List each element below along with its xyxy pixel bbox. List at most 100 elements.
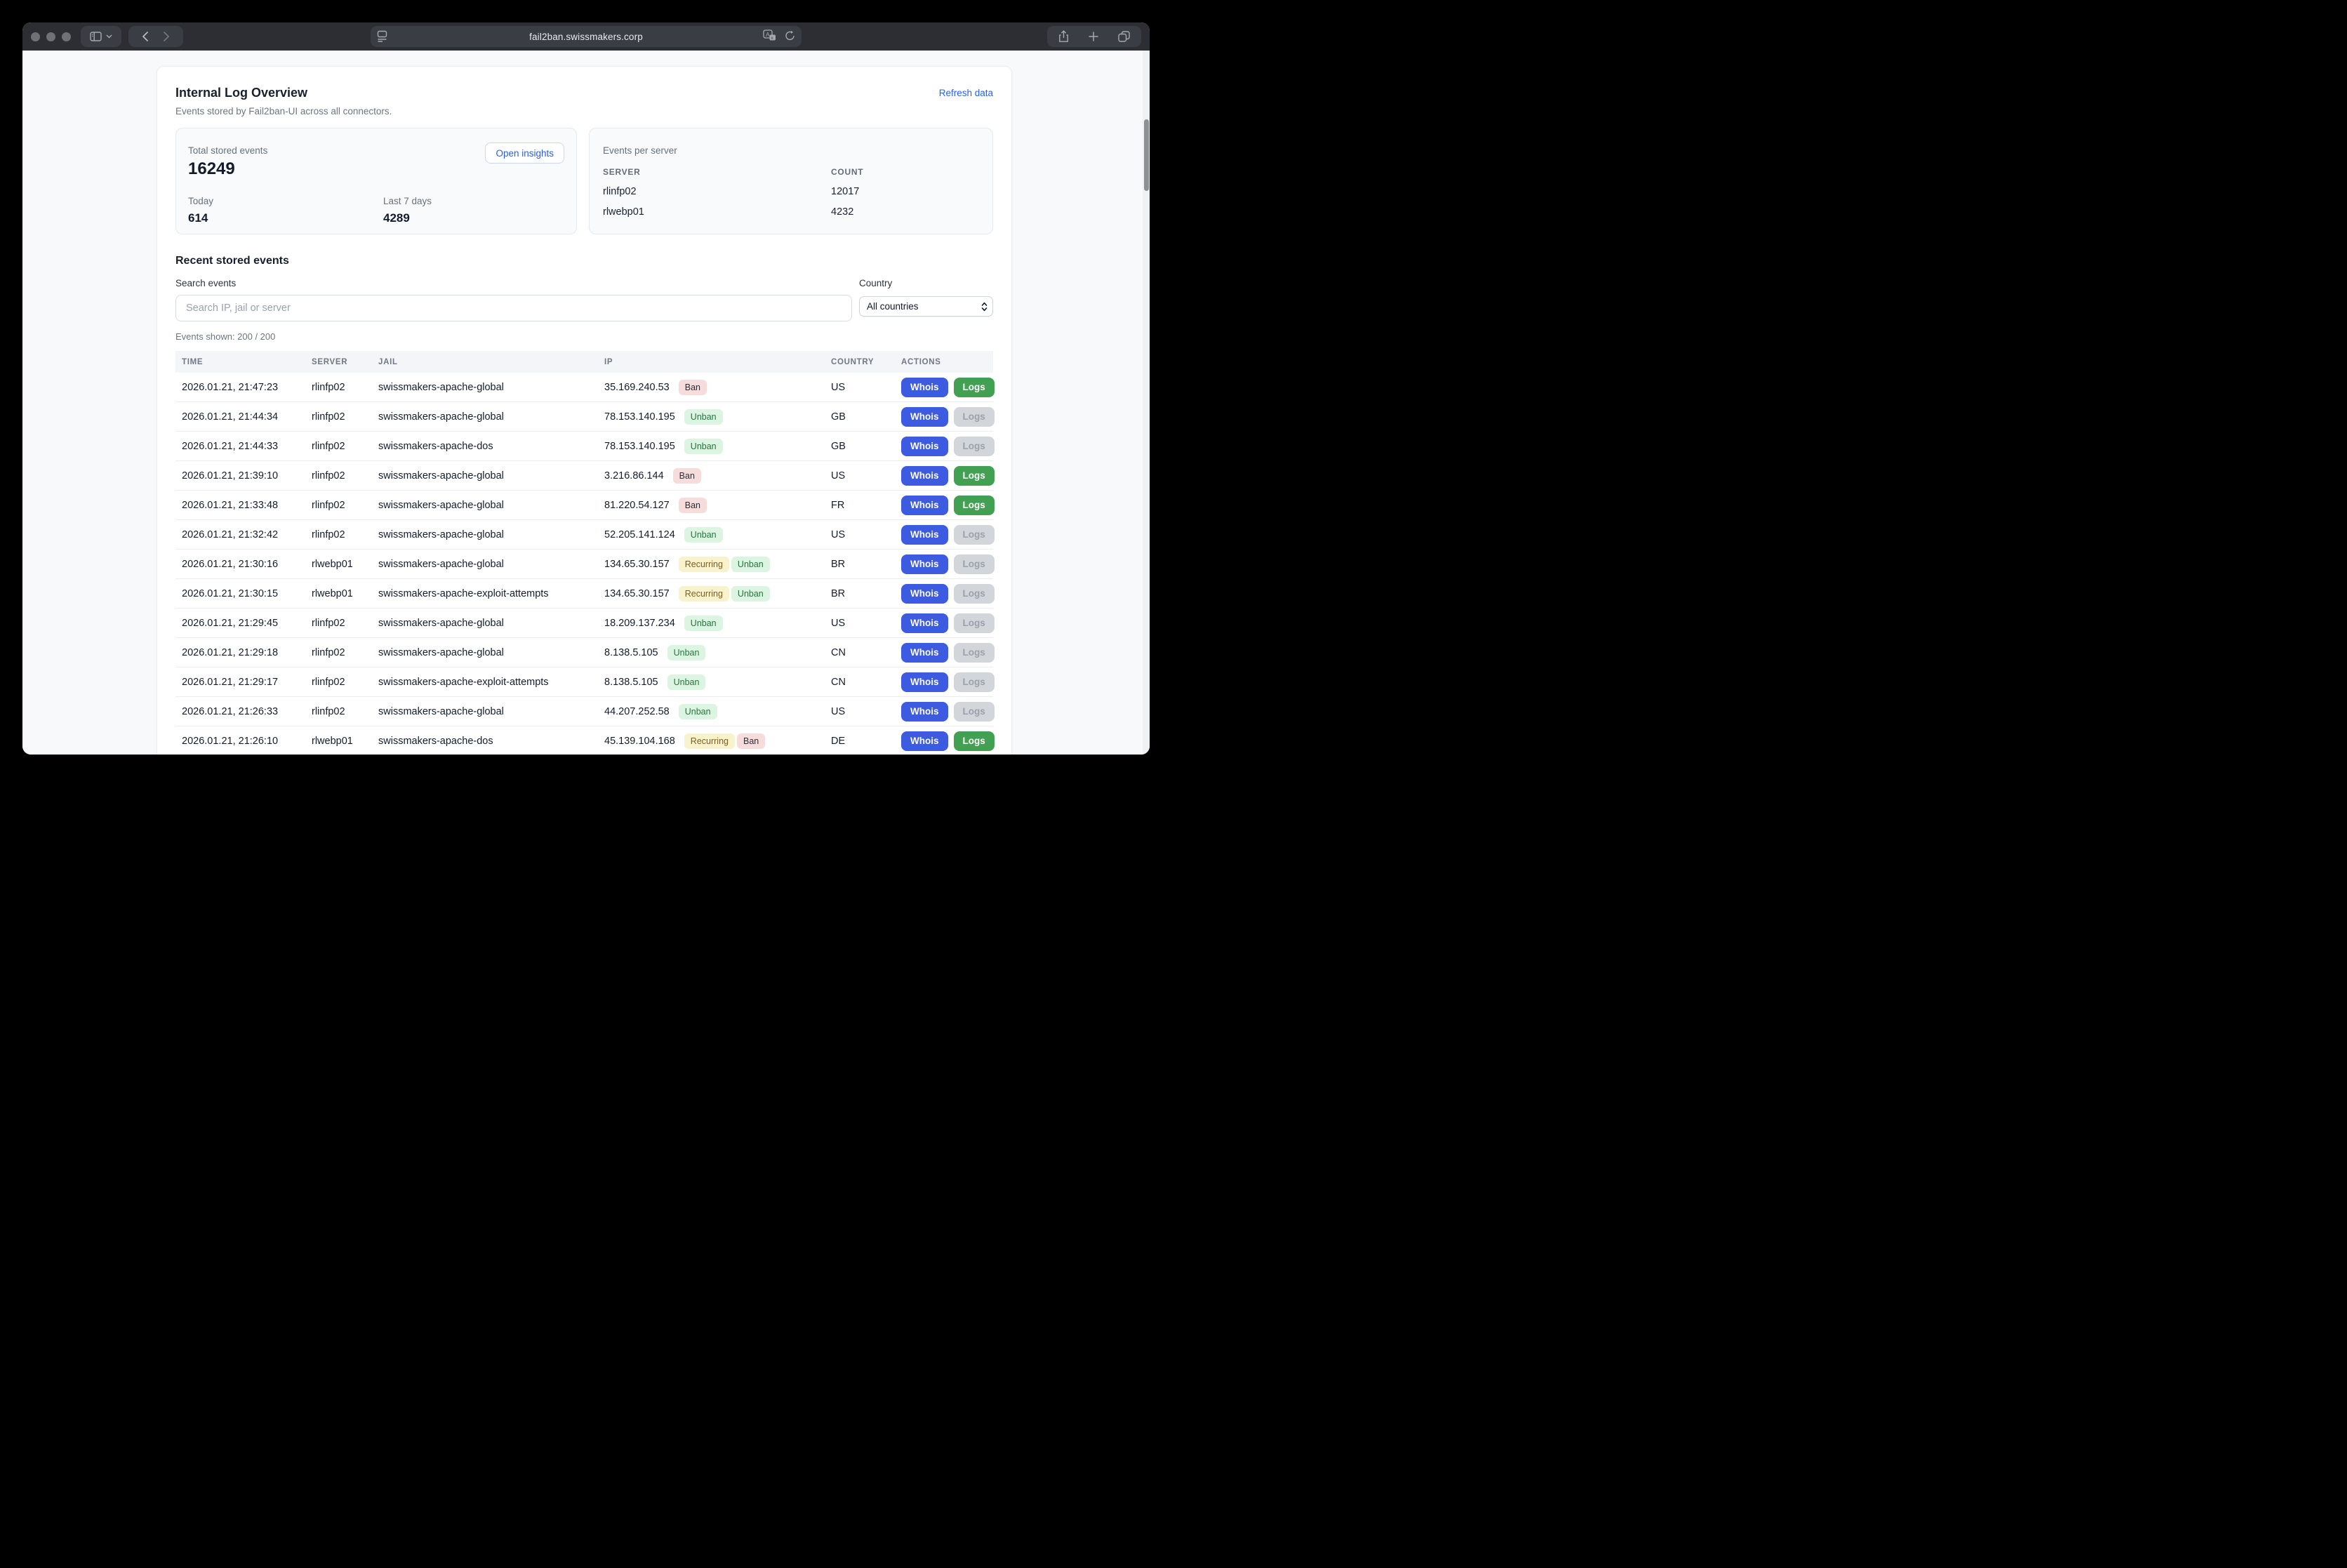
status-badge-ban: Ban xyxy=(673,468,701,484)
table-row: 2026.01.21, 21:47:23 rlinfp02 swissmaker… xyxy=(175,373,993,402)
country-cell: GB xyxy=(831,411,901,423)
server-cell: rlwebp01 xyxy=(312,736,378,747)
per-server-row: rlwebp01 4232 xyxy=(603,197,979,218)
logs-button[interactable]: Logs xyxy=(954,702,995,722)
open-insights-button[interactable]: Open insights xyxy=(485,142,564,164)
zoom-button[interactable] xyxy=(62,32,71,41)
actions-cell: Whois Logs xyxy=(901,407,995,427)
col-time: TIME xyxy=(182,358,312,366)
country-cell: GB xyxy=(831,441,901,452)
logs-button[interactable]: Logs xyxy=(954,466,995,486)
time-cell: 2026.01.21, 21:44:34 xyxy=(182,411,312,423)
jail-cell: swissmakers-apache-global xyxy=(378,470,604,481)
actions-cell: Whois Logs xyxy=(901,378,995,397)
table-row: 2026.01.21, 21:30:15 rlwebp01 swissmaker… xyxy=(175,579,993,609)
status-badge-unban: Unban xyxy=(667,675,706,690)
whois-button[interactable]: Whois xyxy=(901,437,948,456)
table-row: 2026.01.21, 21:26:33 rlinfp02 swissmaker… xyxy=(175,697,993,726)
server-cell: rlinfp02 xyxy=(312,618,378,629)
server-cell: rlinfp02 xyxy=(312,500,378,511)
ip-cell: 78.153.140.195 Unban xyxy=(604,409,831,425)
sidebar-toggle-button[interactable] xyxy=(81,26,121,47)
logs-button[interactable]: Logs xyxy=(954,643,995,663)
whois-button[interactable]: Whois xyxy=(901,554,948,574)
whois-button[interactable]: Whois xyxy=(901,466,948,486)
reload-icon[interactable] xyxy=(785,30,795,41)
server-cell: rlwebp01 xyxy=(312,588,378,599)
per-server-col-count: COUNT xyxy=(831,167,979,177)
share-icon[interactable] xyxy=(1058,30,1069,43)
time-cell: 2026.01.21, 21:44:33 xyxy=(182,441,312,452)
refresh-data-link[interactable]: Refresh data xyxy=(939,88,993,98)
urlbar-right-icons: A x xyxy=(763,29,795,41)
badge-group: RecurringUnban xyxy=(677,586,770,602)
per-server-header: SERVER COUNT xyxy=(603,167,979,177)
status-badge-unban: Unban xyxy=(684,616,723,631)
whois-button[interactable]: Whois xyxy=(901,525,948,545)
server-name: rlinfp02 xyxy=(603,186,831,197)
ip-cell: 78.153.140.195 Unban xyxy=(604,439,831,454)
translate-icon[interactable]: A x xyxy=(763,29,776,41)
badge-group: Unban xyxy=(665,645,706,660)
logs-button[interactable]: Logs xyxy=(954,731,995,751)
time-cell: 2026.01.21, 21:33:48 xyxy=(182,500,312,511)
whois-button[interactable]: Whois xyxy=(901,643,948,663)
status-badge-unban: Unban xyxy=(679,704,717,719)
jail-cell: swissmakers-apache-dos xyxy=(378,441,604,452)
whois-button[interactable]: Whois xyxy=(901,378,948,397)
time-cell: 2026.01.21, 21:30:16 xyxy=(182,559,312,570)
logs-button[interactable]: Logs xyxy=(954,525,995,545)
today-stat: Today 614 xyxy=(188,196,383,225)
last7-stat: Last 7 days 4289 xyxy=(383,196,564,225)
minimize-button[interactable] xyxy=(46,32,55,41)
logs-button[interactable]: Logs xyxy=(954,584,995,604)
back-button[interactable] xyxy=(142,32,148,41)
tab-overview-icon[interactable] xyxy=(1118,31,1130,42)
badge-group: Unban xyxy=(682,527,723,543)
search-input[interactable] xyxy=(175,295,852,321)
col-country: COUNTRY xyxy=(831,358,901,366)
per-server-title: Events per server xyxy=(603,145,979,156)
actions-cell: Whois Logs xyxy=(901,437,995,456)
close-button[interactable] xyxy=(31,32,40,41)
whois-button[interactable]: Whois xyxy=(901,496,948,515)
logs-button[interactable]: Logs xyxy=(954,496,995,515)
logs-button[interactable]: Logs xyxy=(954,407,995,427)
whois-button[interactable]: Whois xyxy=(901,407,948,427)
ip-address: 81.220.54.127 xyxy=(604,500,670,511)
jail-cell: swissmakers-apache-global xyxy=(378,647,604,658)
whois-button[interactable]: Whois xyxy=(901,613,948,633)
new-tab-icon[interactable] xyxy=(1089,32,1098,41)
country-cell: CN xyxy=(831,647,901,658)
select-arrows-icon xyxy=(981,302,988,312)
logs-button[interactable]: Logs xyxy=(954,554,995,574)
logs-button[interactable]: Logs xyxy=(954,672,995,692)
actions-cell: Whois Logs xyxy=(901,613,995,633)
scrollbar-thumb[interactable] xyxy=(1144,119,1149,191)
ip-address: 35.169.240.53 xyxy=(604,382,670,393)
badge-group: Unban xyxy=(682,439,723,454)
forward-button[interactable] xyxy=(164,32,169,41)
time-cell: 2026.01.21, 21:29:17 xyxy=(182,677,312,688)
ip-address: 134.65.30.157 xyxy=(604,588,670,599)
whois-button[interactable]: Whois xyxy=(901,672,948,692)
jail-cell: swissmakers-apache-global xyxy=(378,559,604,570)
whois-button[interactable]: Whois xyxy=(901,702,948,722)
badge-group: RecurringBan xyxy=(682,733,765,749)
scrollbar-track[interactable] xyxy=(1143,51,1150,755)
events-shown-count: Events shown: 200 / 200 xyxy=(175,331,993,342)
jail-cell: swissmakers-apache-global xyxy=(378,706,604,717)
page-title: Internal Log Overview xyxy=(175,85,392,100)
country-select[interactable]: All countries xyxy=(859,296,993,317)
logs-button[interactable]: Logs xyxy=(954,437,995,456)
whois-button[interactable]: Whois xyxy=(901,584,948,604)
whois-button[interactable]: Whois xyxy=(901,731,948,751)
logs-button[interactable]: Logs xyxy=(954,378,995,397)
col-server: SERVER xyxy=(312,358,378,366)
jail-cell: swissmakers-apache-global xyxy=(378,382,604,393)
status-badge-unban: Unban xyxy=(731,557,770,572)
logs-button[interactable]: Logs xyxy=(954,613,995,633)
status-badge-unban: Unban xyxy=(731,586,770,602)
jail-cell: swissmakers-apache-global xyxy=(378,500,604,511)
address-bar[interactable]: fail2ban.swissmakers.corp A x xyxy=(371,26,802,47)
